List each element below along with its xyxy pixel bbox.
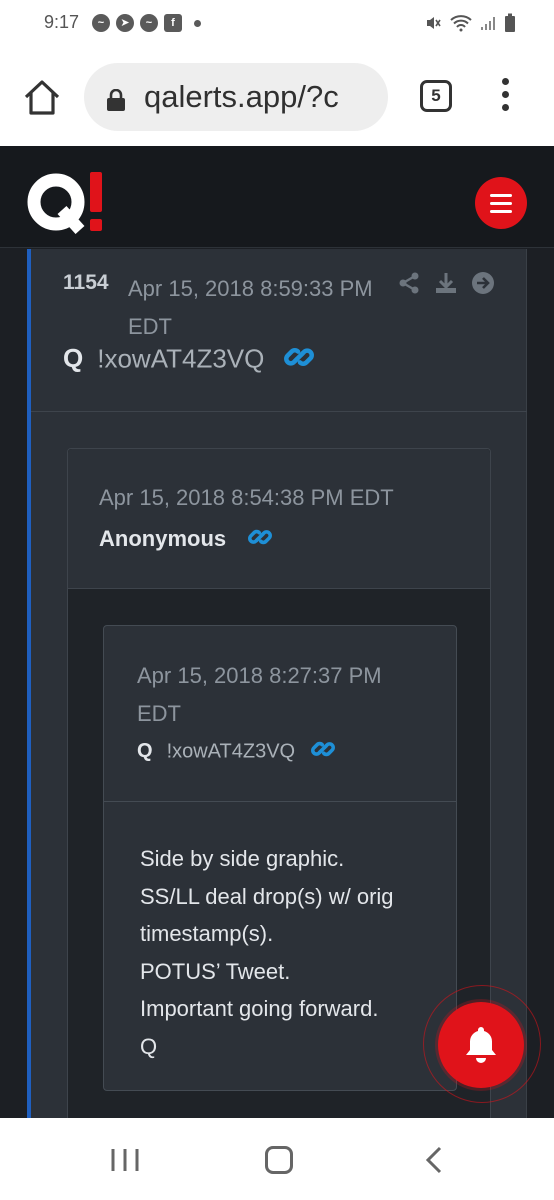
facebook-icon: f bbox=[164, 14, 182, 32]
url-text: qalerts.app/?c bbox=[144, 79, 339, 114]
next-arrow-icon[interactable] bbox=[471, 271, 495, 295]
lock-icon bbox=[106, 88, 126, 111]
post-line: POTUS’ Tweet. bbox=[140, 958, 291, 984]
tab-switcher-button[interactable]: 5 bbox=[420, 80, 452, 112]
status-bar: 9:17 ~ ➤ ~ f bbox=[0, 0, 554, 48]
menu-button[interactable] bbox=[475, 177, 527, 229]
home-icon[interactable] bbox=[22, 78, 62, 118]
recent-apps-icon[interactable] bbox=[110, 1148, 140, 1171]
quoted-post: Apr 15, 2018 8:54:38 PM EDT Anonymous Ap… bbox=[67, 448, 491, 1118]
tripcode: !xowAT4Z3VQ bbox=[97, 343, 265, 374]
mute-icon bbox=[424, 14, 442, 37]
nested-post-date: Apr 15, 2018 8:27:37 PM EDT bbox=[137, 663, 382, 726]
download-icon[interactable] bbox=[434, 271, 458, 295]
browser-toolbar: qalerts.app/?c 5 bbox=[0, 48, 554, 146]
quoted-post-author: Anonymous bbox=[99, 525, 273, 555]
site-header bbox=[0, 146, 554, 248]
nested-post-body: Side by side graphic. SS/LL deal drop(s)… bbox=[140, 840, 440, 1065]
notification-button[interactable] bbox=[438, 1002, 524, 1088]
site-logo[interactable] bbox=[26, 172, 106, 235]
battery-icon bbox=[504, 13, 516, 38]
nested-post-author: Q !xowAT4Z3VQ bbox=[137, 737, 335, 767]
address-bar[interactable]: qalerts.app/?c bbox=[84, 63, 388, 131]
author-name: Anonymous bbox=[99, 525, 227, 551]
post-line: Important going forward. bbox=[140, 996, 379, 1021]
system-nav-bar bbox=[0, 1118, 554, 1200]
quoted-post-date: Apr 15, 2018 8:54:38 PM EDT bbox=[99, 485, 394, 510]
messenger-icon: ~ bbox=[92, 14, 110, 32]
wifi-icon bbox=[450, 14, 472, 37]
author-mark: Q bbox=[137, 740, 153, 763]
system-icons bbox=[424, 13, 516, 38]
author-mark: Q bbox=[63, 343, 84, 374]
post-line: SS/LL deal drop(s) w/ orig bbox=[140, 883, 394, 909]
post-header: 1154 Apr 15, 2018 8:59:33 PM EDT Q !xowAT… bbox=[31, 249, 527, 412]
share-icon[interactable] bbox=[397, 271, 421, 295]
telegram-icon: ➤ bbox=[116, 14, 134, 32]
post-line: Q bbox=[140, 1033, 158, 1059]
messenger-icon: ~ bbox=[140, 14, 158, 32]
post-line: Side by side graphic. bbox=[140, 846, 345, 871]
post-card: 1154 Apr 15, 2018 8:59:33 PM EDT Q !xowAT… bbox=[27, 249, 527, 1118]
link-icon[interactable] bbox=[248, 525, 273, 555]
status-time: 9:17 bbox=[44, 12, 80, 32]
home-icon[interactable] bbox=[265, 1146, 293, 1174]
back-icon[interactable] bbox=[425, 1146, 443, 1174]
post-date: Apr 15, 2018 8:59:33 PM EDT bbox=[128, 276, 373, 339]
nested-quoted-post: Apr 15, 2018 8:27:37 PM EDT Q !xowAT4Z3VQ… bbox=[103, 625, 457, 1091]
link-icon[interactable] bbox=[310, 737, 335, 767]
dot-icon bbox=[194, 20, 201, 27]
post-author: Q !xowAT4Z3VQ bbox=[63, 342, 314, 379]
post-number: 1154 bbox=[63, 271, 109, 294]
post-actions bbox=[397, 271, 495, 295]
signal-icon bbox=[480, 15, 496, 36]
tripcode: !xowAT4Z3VQ bbox=[166, 740, 296, 763]
bell-icon bbox=[466, 1027, 496, 1063]
quoted-post-header: Apr 15, 2018 8:54:38 PM EDT Anonymous bbox=[68, 449, 490, 589]
link-icon[interactable] bbox=[283, 342, 314, 379]
nested-post-header: Apr 15, 2018 8:27:37 PM EDT Q !xowAT4Z3VQ bbox=[104, 626, 456, 802]
notification-icons: ~ ➤ ~ f bbox=[92, 14, 201, 32]
post-line: timestamp(s). bbox=[140, 921, 274, 946]
more-options-icon[interactable] bbox=[498, 78, 512, 114]
